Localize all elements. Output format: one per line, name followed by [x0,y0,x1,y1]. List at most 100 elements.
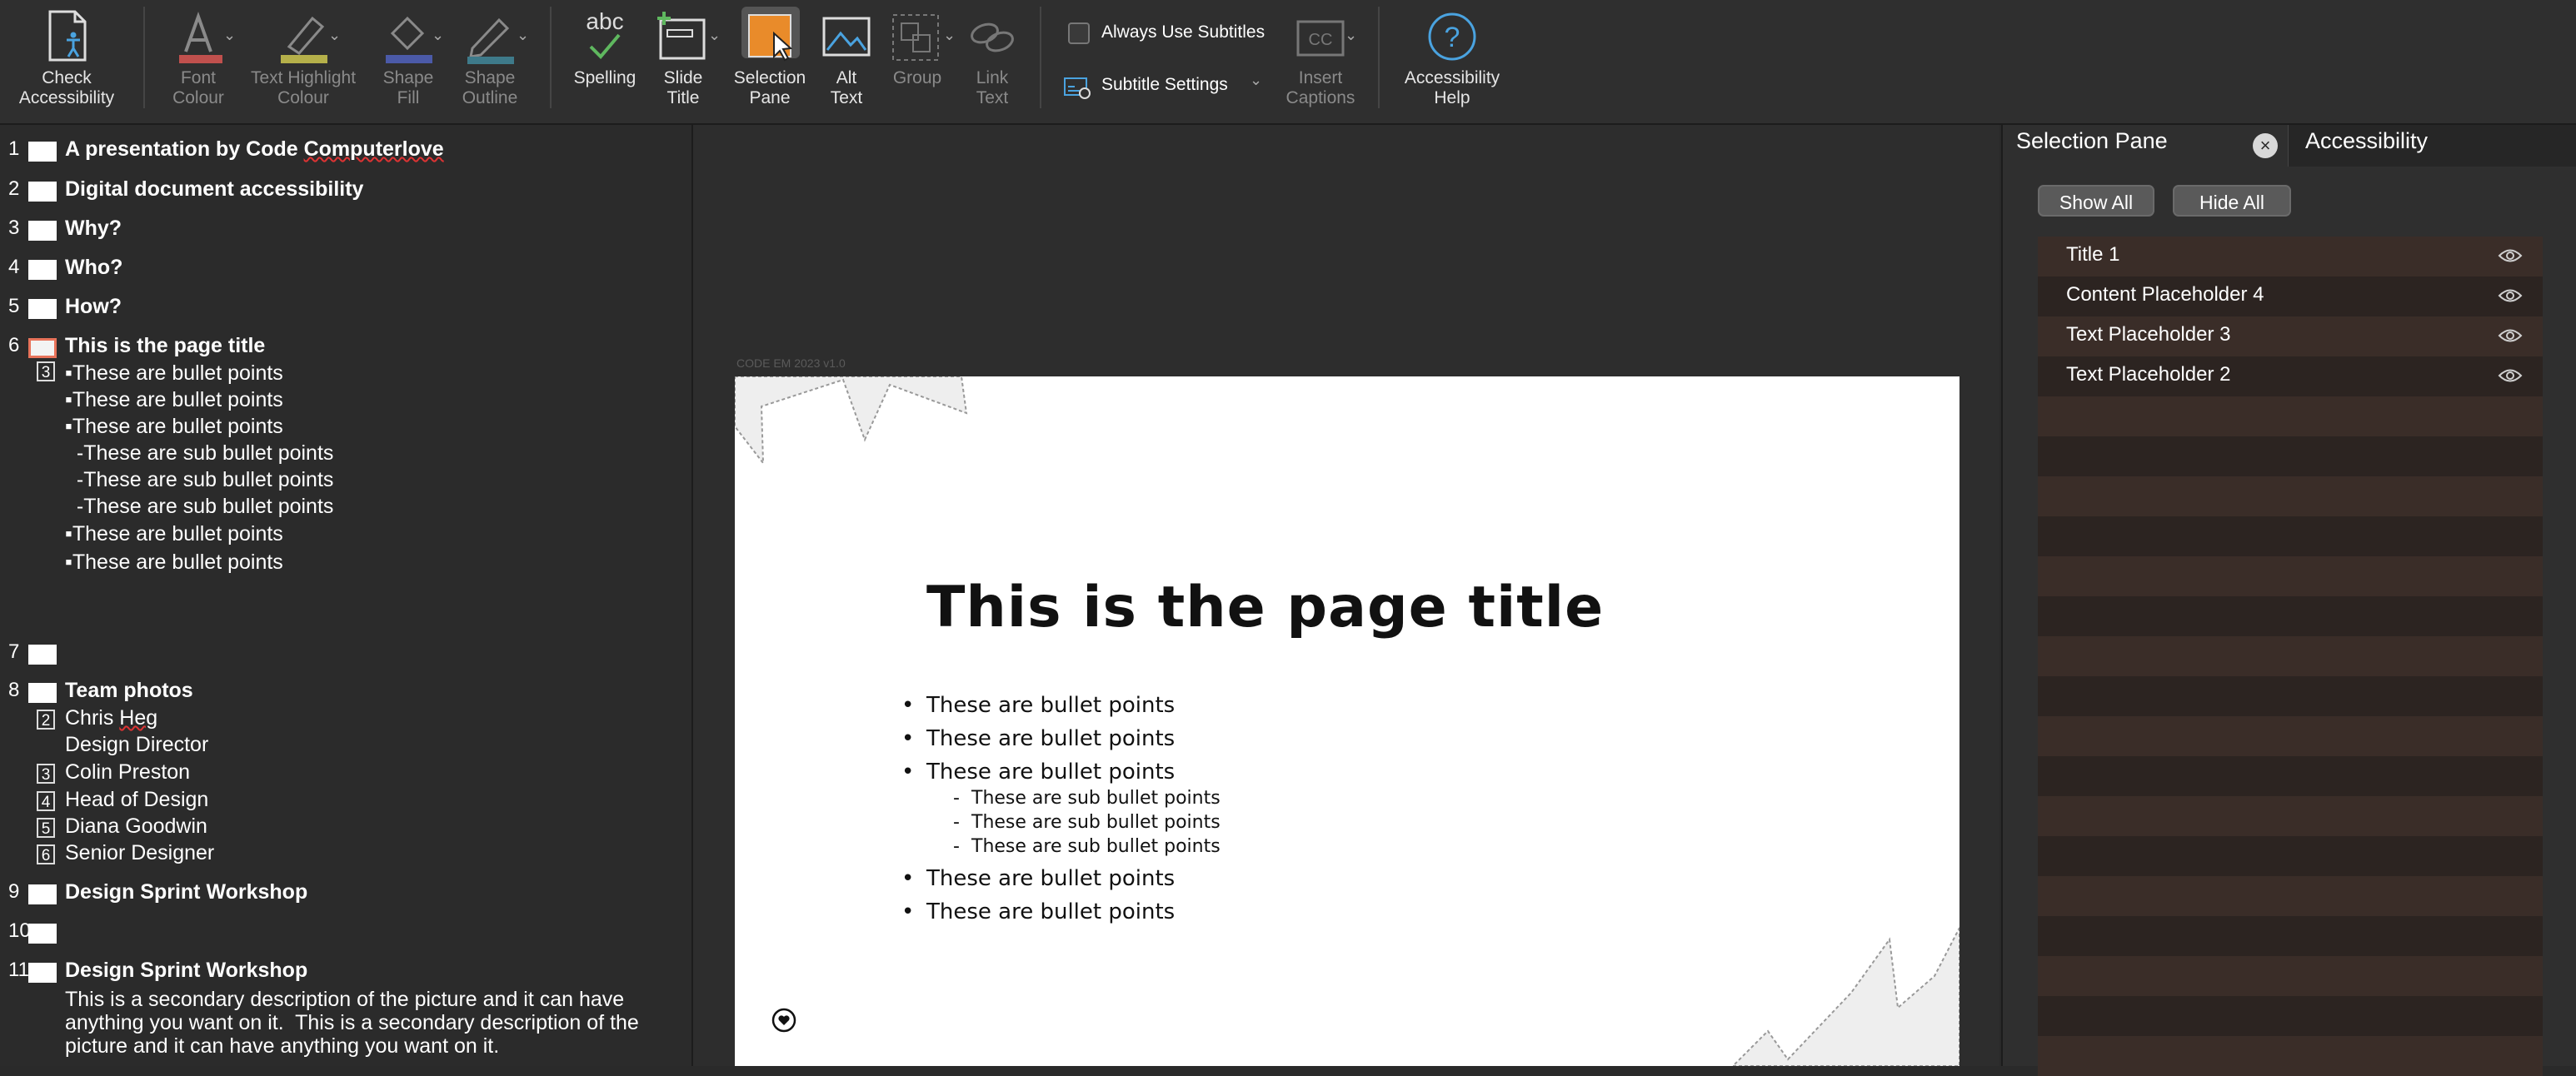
selection-list: Title 1 Content Placeholder 4 Text Placeho… [2038,237,2543,1076]
slide-code-label: CODE EM 2023 v1.0 [736,356,846,370]
outline-bullet-line: ▪These are bullet points [65,550,283,574]
accessibility-help-button[interactable]: ? Accessibility Help [1390,0,1515,122]
slide-number: 10 [8,919,31,942]
bullet-item: These are bullet points [901,693,1175,718]
slide-title: How? [65,295,122,318]
subtitle-settings-button[interactable]: Subtitle Settings ⌄ [1063,72,1266,102]
slide-title-button[interactable]: Slide Title [646,0,720,122]
chevron-down-icon[interactable]: ⌄ [432,27,444,44]
selection-pane-button[interactable]: Selection Pane [730,0,810,122]
selection-item-label: Text Placeholder 3 [2066,323,2231,346]
svg-text:CC: CC [1309,31,1333,49]
subtitle-settings-label: Subtitle Settings [1101,75,1228,94]
slide-title: Design Sprint Workshop [65,959,308,982]
alt-text-label: Alt Text [830,68,863,107]
check-accessibility-button[interactable]: Check Accessibility [0,0,133,122]
shape-outline-button[interactable]: Shape Outline [450,0,530,122]
selection-empty-row [2038,676,2543,716]
selection-empty-row [2038,716,2543,756]
eye-icon[interactable] [2498,366,2523,385]
bullet-item: These are bullet points [901,866,1175,891]
separator [143,7,145,108]
eye-icon[interactable] [2498,326,2523,345]
alt-text-button[interactable]: Alt Text [813,0,880,122]
spelling-label: Spelling [573,68,637,87]
bullet-item: These are bullet points [901,760,1175,785]
spelling-abc: abc [586,8,624,34]
selection-empty-row [2038,396,2543,436]
slide-number: 4 [8,256,20,278]
text-highlight-button[interactable]: Text Highlight Colour [242,0,365,122]
selection-item[interactable]: Content Placeholder 4 [2038,276,2543,316]
selection-empty-row [2038,436,2543,476]
selection-empty-row [2038,996,2543,1036]
insert-captions-button[interactable]: CC Insert Captions [1275,0,1366,122]
bullet-item: These are bullet points [901,899,1175,924]
always-subtitles-checkbox[interactable] [1068,22,1090,44]
placeholder-number-box: 3 [37,764,55,784]
slide-title: Why? [65,217,122,240]
outline-bullet-line: ▪These are bullet points [65,361,283,385]
shape-outline-label: Shape Outline [462,68,518,107]
chevron-down-icon[interactable]: ⌄ [1345,27,1357,44]
outline-bullet-line: -These are sub bullet points [65,468,334,491]
eye-icon[interactable] [2498,286,2523,305]
slide-title: Digital document accessibility [65,177,364,201]
group-label: Group [892,68,942,87]
slide-thumbnail-icon [28,338,57,358]
slide-title-label: Slide Title [663,68,703,107]
slide-thumbnail-icon [28,924,57,944]
hide-all-button[interactable]: Hide All [2173,185,2291,217]
slide-title: Team photos [65,679,193,702]
slide-thumbnail-icon [28,142,57,162]
separator [550,7,552,108]
shape-fill-button[interactable]: Shape Fill [365,0,452,122]
slide-number: 9 [8,880,20,903]
selection-empty-row [2038,556,2543,596]
outline-bullet-line: -These are sub bullet points [65,441,334,465]
check-accessibility-label: Check Accessibility [18,68,115,107]
chevron-down-icon[interactable]: ⌄ [943,27,956,44]
chevron-down-icon[interactable]: ⌄ [328,27,341,44]
tab-accessibility[interactable]: Accessibility [2288,125,2576,167]
link-text-label: Link Text [976,68,1009,107]
selection-item[interactable]: Text Placeholder 2 [2038,356,2543,396]
placeholder-number-box: 5 [37,818,55,838]
chevron-down-icon[interactable]: ⌄ [517,27,529,44]
selection-empty-row [2038,636,2543,676]
placeholder-number-box: 6 [37,844,55,864]
slide-number: 11 [8,959,29,981]
paint-bucket-icon [386,16,432,63]
slide-title-icon [657,12,706,60]
selection-empty-row [2038,1036,2543,1076]
slide-thumbnail-icon [28,963,57,983]
slide-title[interactable]: This is the page title [926,575,1604,640]
outline-bullet-line: ▪These are bullet points [65,415,283,438]
show-all-button[interactable]: Show All [2038,185,2154,217]
close-icon[interactable]: × [2253,133,2278,158]
group-button[interactable]: Group [883,0,951,122]
chevron-down-icon[interactable]: ⌄ [223,27,236,44]
slide-thumbnail-icon [28,299,57,319]
slide-decoration [735,376,1959,1066]
slide-thumbnail-icon [28,260,57,280]
link-text-button[interactable]: Link Text [958,0,1026,122]
eye-icon[interactable] [2498,247,2523,265]
selection-item[interactable]: Text Placeholder 3 [2038,316,2543,356]
slide[interactable]: This is the page title These are bullet … [735,376,1959,1066]
tab-accessibility-label: Accessibility [2305,128,2429,153]
tab-selection-pane[interactable]: Selection Pane [2016,128,2168,154]
text-highlight-label: Text Highlight Colour [250,68,357,107]
heart-logo-icon [771,1008,796,1033]
selection-empty-row [2038,916,2543,956]
captions-icon: CC [1296,20,1345,57]
spelling-button[interactable]: abc Spelling [563,0,646,122]
chevron-down-icon[interactable]: ⌄ [708,27,721,44]
outline-text-line: Colin Preston [65,760,191,784]
selection-item[interactable]: Title 1 [2038,237,2543,276]
font-colour-button[interactable]: Font Colour [155,0,242,122]
outline-text-line: Head of Design [65,788,209,811]
selection-empty-row [2038,956,2543,996]
slide-number: 7 [8,640,20,663]
outline-panel[interactable]: 1 A presentation by Code Computerlove 2 … [0,125,693,1066]
